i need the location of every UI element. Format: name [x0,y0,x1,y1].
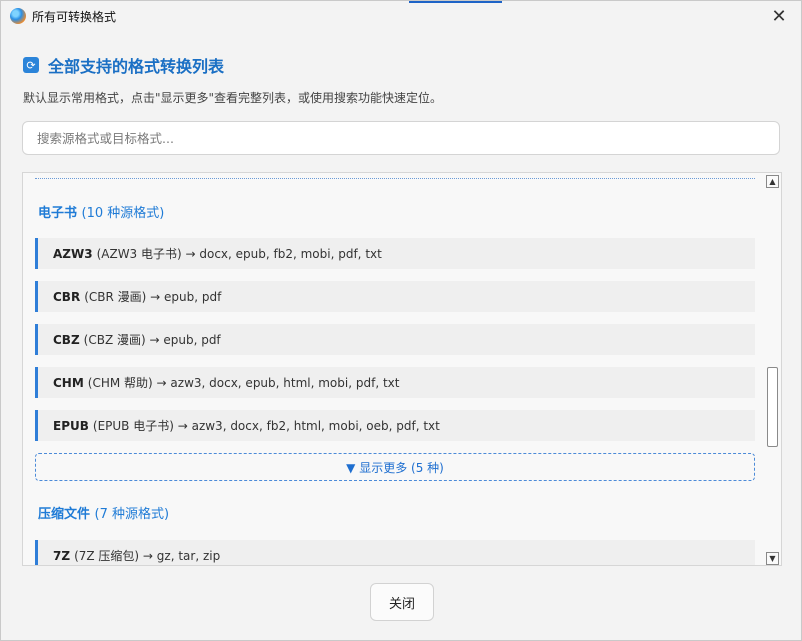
scrollbar-thumb[interactable] [767,367,778,447]
format-desc: (7Z 压缩包) → gz, tar, zip [74,549,221,563]
category-name: 压缩文件 [38,507,91,522]
format-desc: (CHM 帮助) → azw3, docx, epub, html, mobi,… [87,376,400,390]
list-item: CHM (CHM 帮助) → azw3, docx, epub, html, m… [35,367,755,398]
category-name: 电子书 [38,206,78,221]
close-icon[interactable]: ✕ [757,1,801,31]
title-bar: 所有可转换格式 ✕ [1,1,801,31]
category-count: (7 种源格式) [94,507,170,522]
search-input[interactable] [22,121,780,155]
list-item: 7Z (7Z 压缩包) → gz, tar, zip [35,540,755,565]
app-icon [10,8,26,24]
scroll-down-icon[interactable]: ▼ [766,552,779,565]
format-name: 7Z [53,548,71,563]
list-item: CBR (CBR 漫画) → epub, pdf [35,281,755,312]
category-count: (10 种源格式) [81,206,165,221]
show-more-button[interactable]: ▼ 显示更多 (5 种) [35,453,755,481]
dialog-window: 所有可转换格式 ✕ ⟳ 全部支持的格式转换列表 默认显示常用格式，点击"显示更多… [0,0,802,641]
category-heading-ebook: 电子书 (10 种源格式) [38,202,164,221]
format-name: AZW3 [53,246,93,261]
refresh-icon: ⟳ [23,57,39,73]
scroll-up-icon[interactable]: ▲ [766,175,779,188]
page-title: 全部支持的格式转换列表 [48,57,225,76]
format-desc: (CBR 漫画) → epub, pdf [84,290,222,304]
list-item: EPUB (EPUB 电子书) → azw3, docx, fb2, html,… [35,410,755,441]
close-button[interactable]: 关闭 [370,583,434,621]
format-desc: (AZW3 电子书) → docx, epub, fb2, mobi, pdf,… [96,247,382,261]
list-item: AZW3 (AZW3 电子书) → docx, epub, fb2, mobi,… [35,238,755,269]
format-name: CBR [53,289,81,304]
page-subtitle: 默认显示常用格式，点击"显示更多"查看完整列表，或使用搜索功能快速定位。 [23,91,443,105]
divider-dotted [35,178,755,179]
window-title: 所有可转换格式 [32,9,117,24]
format-name: CHM [53,375,84,390]
format-desc: (CBZ 漫画) → epub, pdf [83,333,221,347]
vertical-scrollbar[interactable]: ▲ ▼ [764,173,781,565]
format-list[interactable]: 电子书 (10 种源格式) AZW3 (AZW3 电子书) → docx, ep… [22,172,782,566]
page-heading: ⟳ 全部支持的格式转换列表 [23,53,224,77]
category-heading-archive: 压缩文件 (7 种源格式) [38,503,169,522]
format-name: EPUB [53,418,89,433]
format-desc: (EPUB 电子书) → azw3, docx, fb2, html, mobi… [92,419,440,433]
format-name: CBZ [53,332,80,347]
list-item: CBZ (CBZ 漫画) → epub, pdf [35,324,755,355]
